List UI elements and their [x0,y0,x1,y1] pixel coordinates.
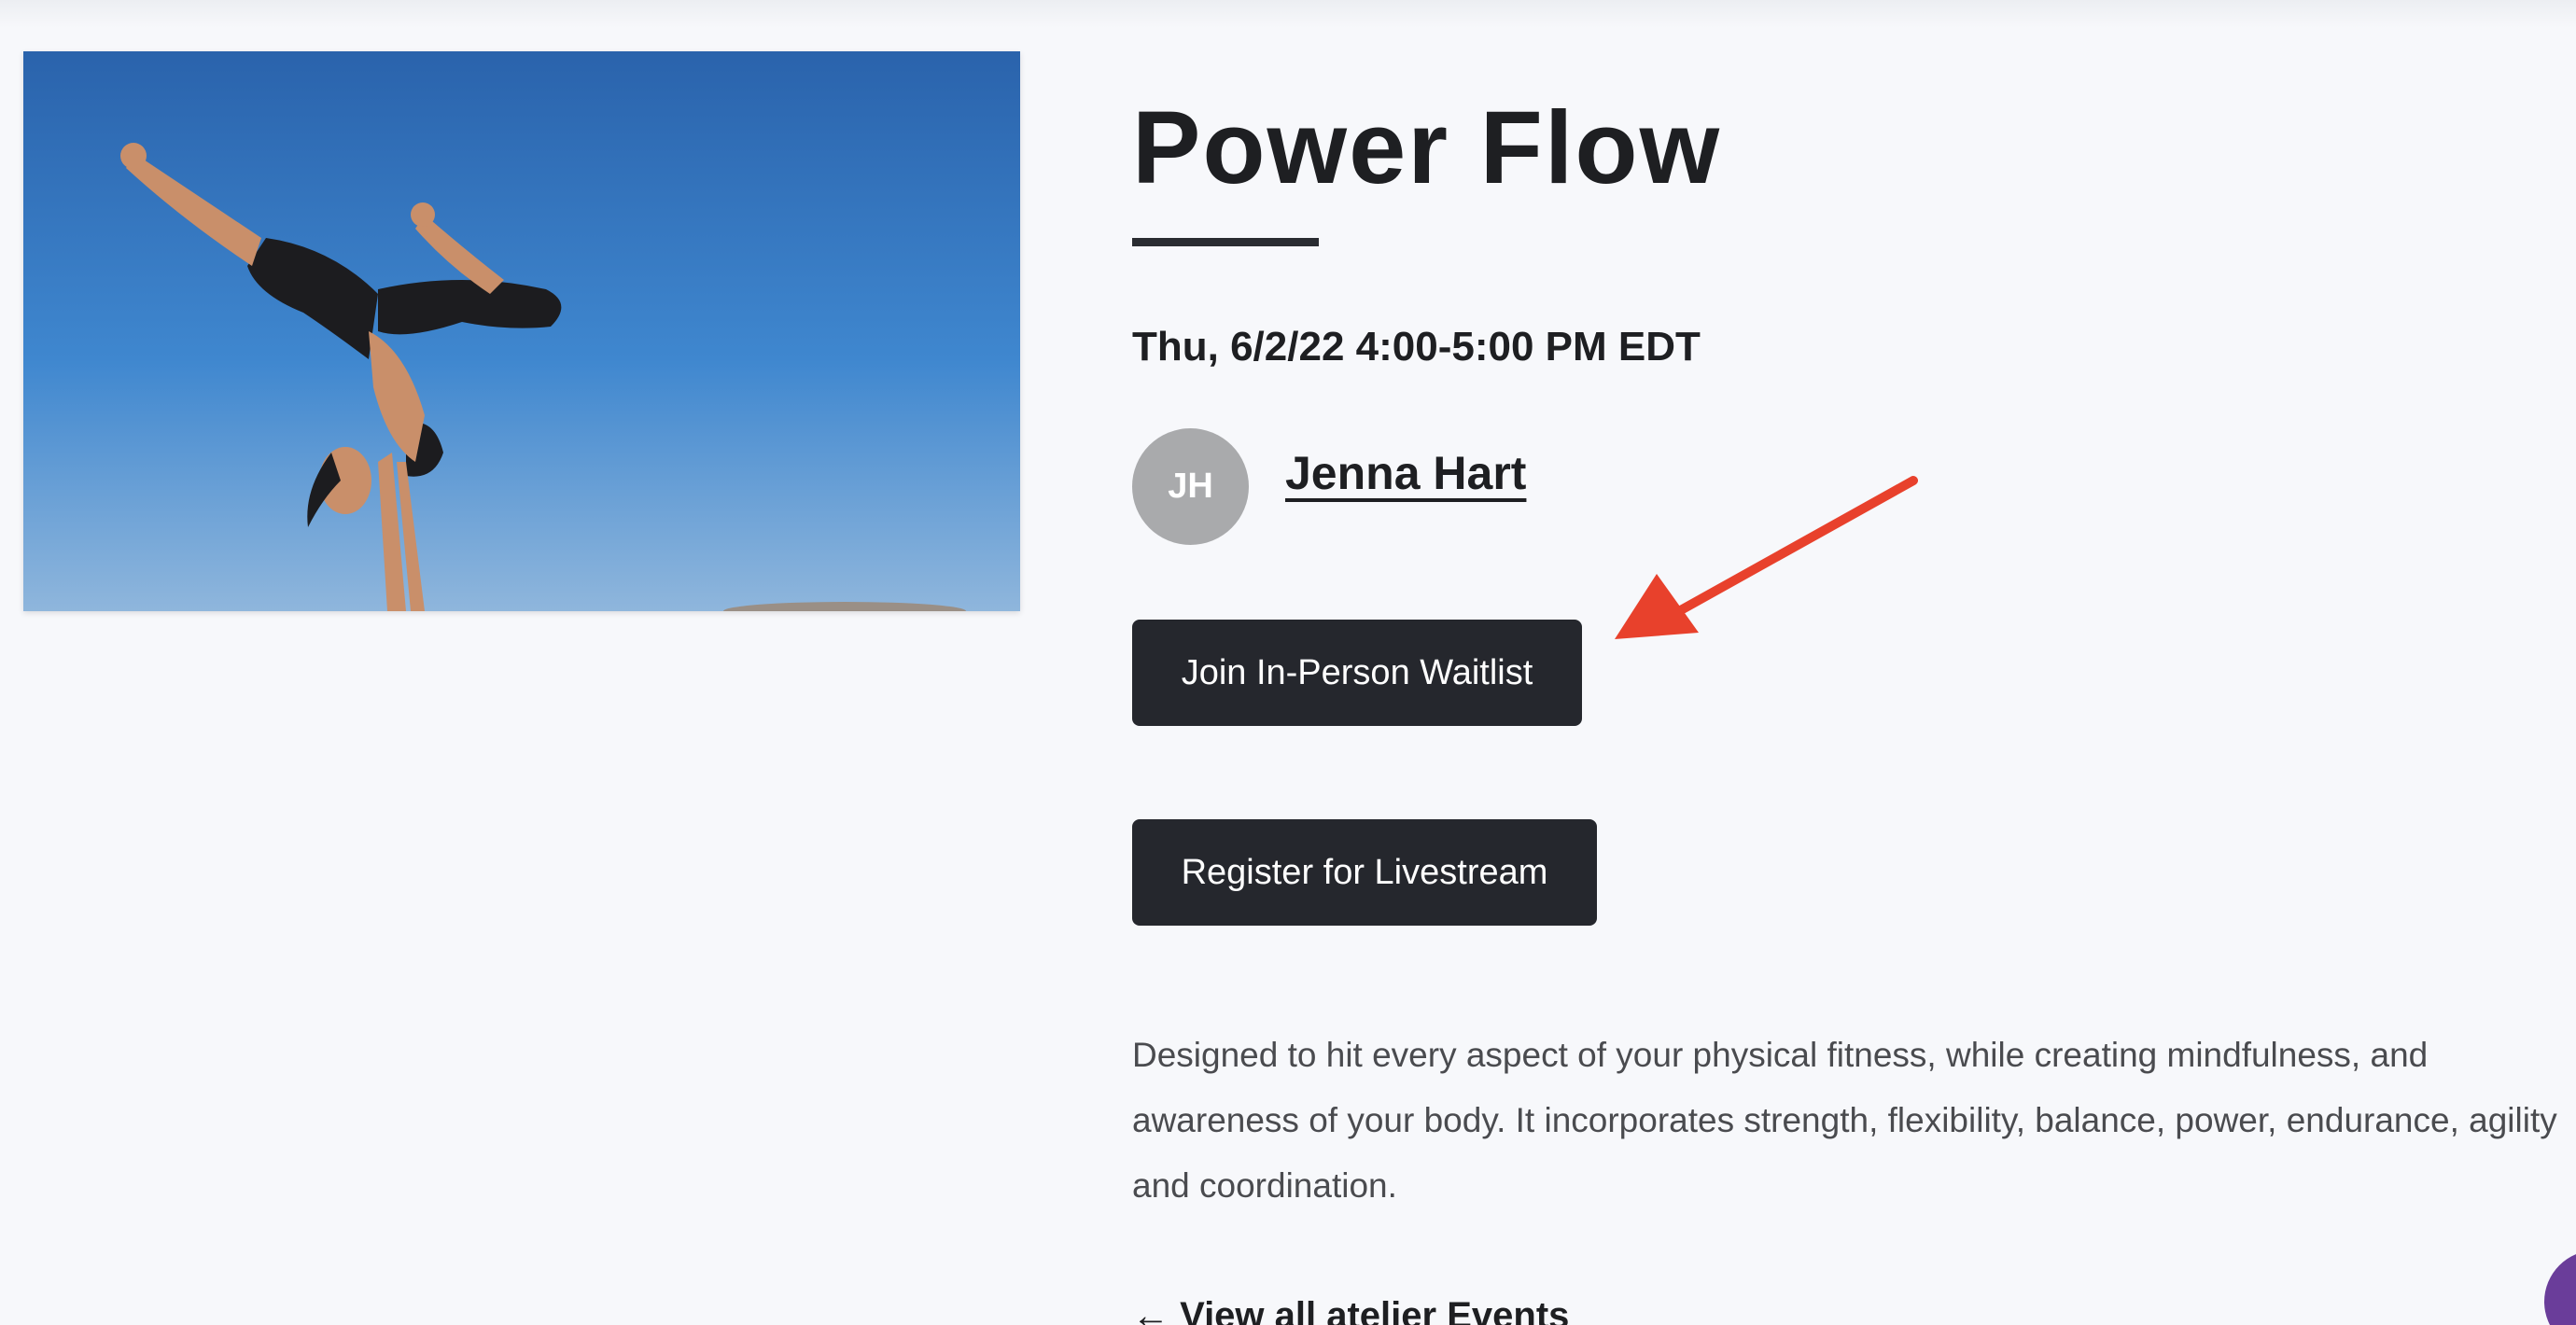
event-title: Power Flow [1132,91,1722,205]
instructor-avatar[interactable]: JH [1132,428,1249,545]
event-page: Power Flow Thu, 6/2/22 4:00-5:00 PM EDT … [0,0,2576,1325]
title-divider [1132,238,1319,246]
view-all-events-link[interactable]: ← View all atelier Events [1132,1295,1569,1325]
event-details: Power Flow Thu, 6/2/22 4:00-5:00 PM EDT … [1132,0,2576,1325]
event-hero-image [23,51,1020,611]
livestream-button[interactable]: Register for Livestream [1132,819,1597,926]
arrow-icon [1615,476,1918,639]
waitlist-button[interactable]: Join In-Person Waitlist [1132,620,1582,726]
yoga-handstand-photo [23,51,1020,611]
event-datetime: Thu, 6/2/22 4:00-5:00 PM EDT [1132,324,1701,370]
event-description: Designed to hit every aspect of your phy… [1132,1036,2557,1205]
instructor-name-link[interactable]: Jenna Hart [1285,446,1526,500]
